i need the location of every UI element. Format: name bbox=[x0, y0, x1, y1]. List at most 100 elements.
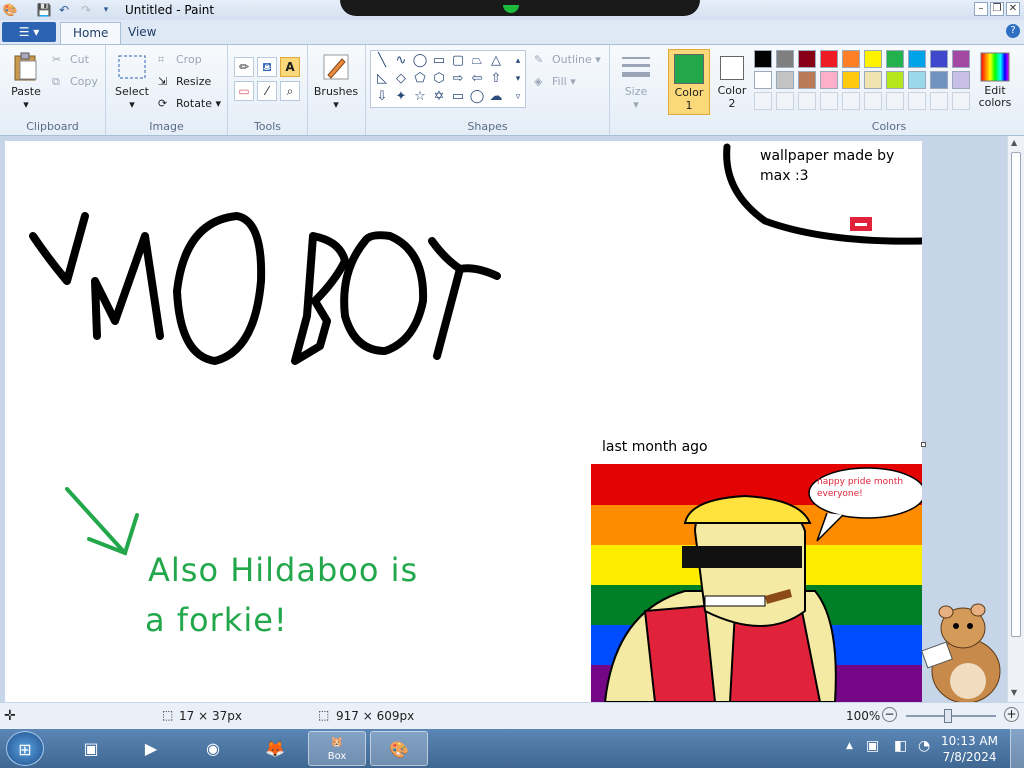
copy-icon: ⧉ bbox=[52, 75, 60, 88]
copy-label: Copy bbox=[70, 75, 98, 88]
line-size-icon bbox=[622, 57, 650, 77]
quick-access-dropdown-icon[interactable]: ▾ bbox=[98, 2, 114, 18]
image-group: Select ▾ ⌗ Crop ⇲ Resize ⟳ Rotate ▾ Image bbox=[106, 45, 228, 135]
last-month-text: last month ago bbox=[602, 439, 708, 455]
save-icon[interactable]: 💾 bbox=[36, 2, 52, 18]
start-button[interactable]: ⊞ bbox=[6, 731, 44, 766]
taskbar-box-label: Box bbox=[327, 751, 347, 762]
zoom-slider-thumb[interactable] bbox=[944, 709, 952, 723]
scissors-icon: ✂ bbox=[52, 53, 62, 66]
zoom-out-button[interactable]: − bbox=[882, 707, 897, 722]
green-text-line-1: Also Hildaboo is bbox=[148, 551, 419, 589]
taskbar-media-player-icon[interactable]: ▶ bbox=[122, 731, 180, 766]
scroll-up-icon[interactable]: ▲ bbox=[1011, 138, 1017, 147]
color2-swatch bbox=[720, 56, 744, 80]
scroll-down-icon[interactable]: ▼ bbox=[1011, 688, 1017, 697]
color-picker-icon[interactable]: ⁄ bbox=[257, 81, 277, 101]
restore-button[interactable]: ❐ bbox=[990, 2, 1004, 16]
tools-group: ✏ ⛾ A ▭ ⁄ ⌕ Tools bbox=[228, 45, 308, 135]
color1-button[interactable]: Color 1 bbox=[668, 49, 710, 115]
resize-button[interactable]: ⇲ Resize bbox=[158, 75, 211, 89]
volume-tray-icon[interactable]: ◔ bbox=[918, 738, 930, 754]
ribbon: Paste ▾ ✂ Cut ⧉ Copy Clipboard Select ▾ ⌗ Cro… bbox=[0, 44, 1024, 136]
color2-number: 2 bbox=[728, 97, 736, 110]
vertical-scrollbar[interactable]: ▲ ▼ bbox=[1007, 136, 1024, 702]
color1-label: Color bbox=[674, 86, 704, 99]
tools-group-label: Tools bbox=[253, 120, 282, 133]
crop-icon: ⌗ bbox=[158, 53, 165, 66]
cursor-position-icon: ✛ bbox=[4, 708, 16, 724]
scrollbar-thumb[interactable] bbox=[1011, 152, 1021, 637]
select-icon bbox=[118, 55, 146, 79]
cut-label: Cut bbox=[70, 53, 89, 66]
speech-bubble-text: happy pride month everyone! bbox=[817, 477, 904, 499]
green-text-line-2: a forkie! bbox=[145, 601, 288, 639]
colors-group: Colors bbox=[754, 45, 1024, 135]
select-dropdown-icon[interactable]: ▾ bbox=[129, 98, 135, 111]
shapes-group-label: Shapes bbox=[467, 120, 508, 133]
hamster-mascot[interactable] bbox=[918, 596, 1006, 702]
red-sign-line bbox=[855, 223, 867, 226]
paste-dropdown-icon[interactable]: ▾ bbox=[23, 98, 29, 111]
tab-view[interactable]: View bbox=[116, 22, 168, 44]
network-tray-icon[interactable]: ▣ bbox=[866, 738, 879, 754]
rotate-label: Rotate bbox=[176, 97, 213, 110]
fill-bucket-icon[interactable]: ⛾ bbox=[257, 57, 277, 77]
wallpaper-credit-text: wallpaper made by max :3 bbox=[760, 148, 895, 184]
text-tool-icon[interactable]: A bbox=[280, 57, 300, 77]
size-button[interactable]: Size ▾ bbox=[616, 51, 656, 111]
resize-label: Resize bbox=[176, 75, 212, 88]
crop-button[interactable]: ⌗ Crop bbox=[158, 53, 202, 67]
show-desktop-button[interactable] bbox=[1010, 729, 1024, 768]
selection-size-text: 17 × 37px bbox=[179, 709, 242, 723]
close-button[interactable]: ✕ bbox=[1006, 2, 1020, 16]
color1-swatch bbox=[674, 54, 704, 84]
taskbar-box-app[interactable]: 🐹 Box bbox=[308, 731, 366, 766]
cut-button[interactable]: ✂ Cut bbox=[52, 53, 89, 67]
minimize-button[interactable]: – bbox=[974, 2, 988, 16]
copy-button[interactable]: ⧉ Copy bbox=[52, 75, 98, 89]
resize-icon: ⇲ bbox=[158, 75, 168, 88]
taskbar-firefox-icon[interactable]: 🦊 bbox=[246, 731, 304, 766]
taskbar-media-app-icon[interactable]: ▣ bbox=[62, 731, 120, 766]
redo-icon[interactable]: ↷ bbox=[78, 2, 94, 18]
brushes-group bbox=[308, 45, 366, 135]
image-size-icon: ⬚ bbox=[318, 708, 330, 722]
zoom-level: 100% bbox=[846, 709, 881, 723]
tab-home[interactable]: Home bbox=[60, 22, 122, 44]
select-button[interactable]: Select ▾ bbox=[112, 51, 152, 111]
help-icon[interactable]: ? bbox=[1006, 24, 1020, 38]
size-label: Size bbox=[624, 85, 648, 98]
canvas-area: wallpaper made by max :3 last month ago … bbox=[0, 136, 1007, 702]
clock-date: 7/8/2024 bbox=[942, 750, 997, 764]
selection-size-icon: ⬚ bbox=[162, 708, 174, 722]
paint-menu-button[interactable]: ☰ ▾ bbox=[2, 22, 56, 42]
paste-label: Paste bbox=[11, 85, 41, 98]
crop-label: Crop bbox=[176, 53, 202, 66]
rotate-icon: ⟳ bbox=[158, 97, 168, 110]
eraser-icon[interactable]: ▭ bbox=[234, 81, 254, 101]
taskbar-paint-app[interactable]: 🎨 bbox=[370, 731, 428, 766]
colors-group-label: Colors bbox=[871, 120, 907, 133]
taskbar-globe-icon[interactable]: ◉ bbox=[184, 731, 242, 766]
zoom-in-button[interactable]: + bbox=[1004, 707, 1019, 722]
title-bar: 🎨 💾 ↶ ↷ ▾ Untitled - Paint – ❐ ✕ bbox=[0, 0, 1024, 20]
paste-button[interactable]: Paste ▾ bbox=[6, 51, 46, 111]
system-clock[interactable]: 10:13 AM 7/8/2024 bbox=[941, 733, 998, 765]
shapes-group: Shapes bbox=[366, 45, 610, 135]
paint-app-icon[interactable]: 🎨 bbox=[2, 2, 18, 18]
image-size-text: 917 × 609px bbox=[336, 709, 415, 723]
show-hidden-icons-icon[interactable]: ▲ bbox=[846, 741, 853, 751]
color1-number: 1 bbox=[685, 99, 693, 112]
green-arrow bbox=[65, 487, 139, 556]
canvas-resize-handle[interactable] bbox=[921, 442, 926, 447]
magnifier-icon[interactable]: ⌕ bbox=[280, 81, 300, 101]
rotate-button[interactable]: ⟳ Rotate ▾ bbox=[158, 97, 221, 111]
action-center-tray-icon[interactable]: ◧ bbox=[894, 738, 907, 754]
color2-button[interactable]: Color 2 bbox=[714, 49, 750, 115]
pencil-icon[interactable]: ✏ bbox=[234, 57, 254, 77]
undo-icon[interactable]: ↶ bbox=[56, 2, 72, 18]
clock-time: 10:13 AM bbox=[941, 734, 998, 748]
paste-icon bbox=[14, 52, 37, 81]
drawing-canvas[interactable]: wallpaper made by max :3 last month ago … bbox=[5, 141, 922, 702]
